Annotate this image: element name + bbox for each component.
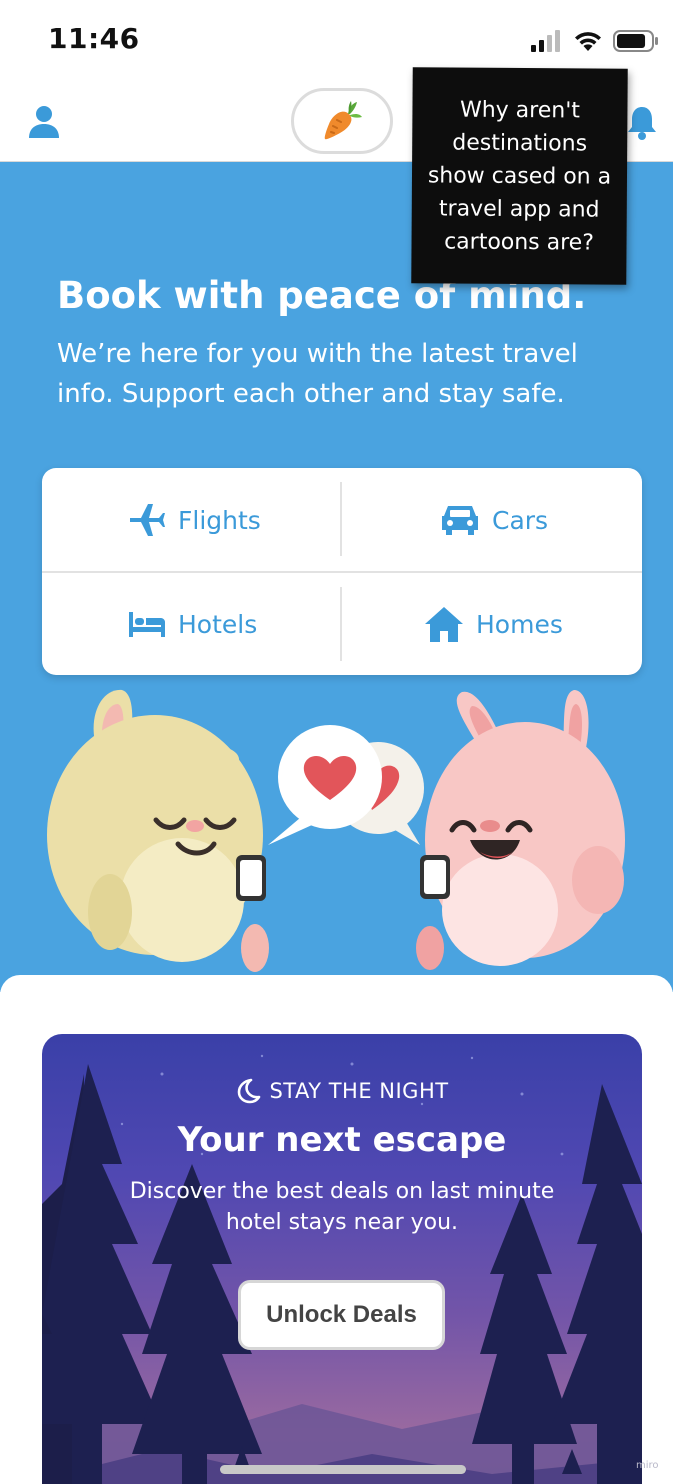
promo-card[interactable]: STAY THE NIGHT Your next escape Discover…: [42, 1034, 642, 1484]
moon-icon: [238, 1078, 261, 1104]
promo-title: Your next escape: [177, 1120, 507, 1160]
pink-bunny: [416, 690, 625, 970]
battery-icon: [613, 30, 658, 52]
person-icon: [29, 106, 59, 138]
airplane-icon: [130, 504, 165, 536]
divider: [42, 571, 642, 573]
status-time: 11:46: [48, 22, 140, 55]
unlock-deals-button[interactable]: Unlock Deals: [238, 1280, 445, 1350]
homes-label: Homes: [476, 609, 563, 639]
homes-option[interactable]: Homes: [424, 602, 563, 646]
hotels-label: Hotels: [178, 609, 258, 639]
hotels-option[interactable]: Hotels: [128, 602, 257, 646]
carrot-button[interactable]: [291, 88, 393, 154]
promo-eyebrow: STAY THE NIGHT: [42, 1078, 642, 1104]
cars-label: Cars: [492, 505, 549, 535]
flights-option[interactable]: Flights: [128, 498, 261, 542]
house-icon: [425, 607, 463, 642]
notifications-button[interactable]: [622, 102, 662, 142]
car-icon: [442, 506, 478, 535]
cars-option[interactable]: Cars: [440, 498, 548, 542]
watermark: miro: [636, 1460, 659, 1471]
heart-speech-bubble: [268, 725, 424, 845]
bunnies-illustration: [47, 689, 625, 972]
booking-options-card: Flights Cars Hotels Homes: [42, 468, 642, 675]
promo-eyebrow-label: STAY THE NIGHT: [269, 1079, 449, 1103]
status-icons: [531, 30, 659, 52]
bed-icon: [129, 612, 165, 637]
divider: [340, 587, 342, 661]
sticky-note-text: Why aren't destinations show cased on a …: [427, 97, 612, 256]
divider: [340, 482, 342, 556]
carrot-icon: [324, 101, 362, 140]
home-indicator[interactable]: [220, 1465, 466, 1474]
hero-subtitle: We’re here for you with the latest trave…: [57, 339, 578, 409]
profile-button[interactable]: [24, 102, 64, 142]
bell-icon: [628, 107, 656, 140]
flights-label: Flights: [178, 505, 261, 535]
sticky-note-comment: Why aren't destinations show cased on a …: [411, 67, 628, 285]
wifi-icon: [575, 32, 601, 51]
cellular-signal-icon: [531, 30, 560, 52]
tan-bunny: [47, 689, 269, 972]
promo-description: Discover the best deals on last minute h…: [129, 1179, 555, 1235]
